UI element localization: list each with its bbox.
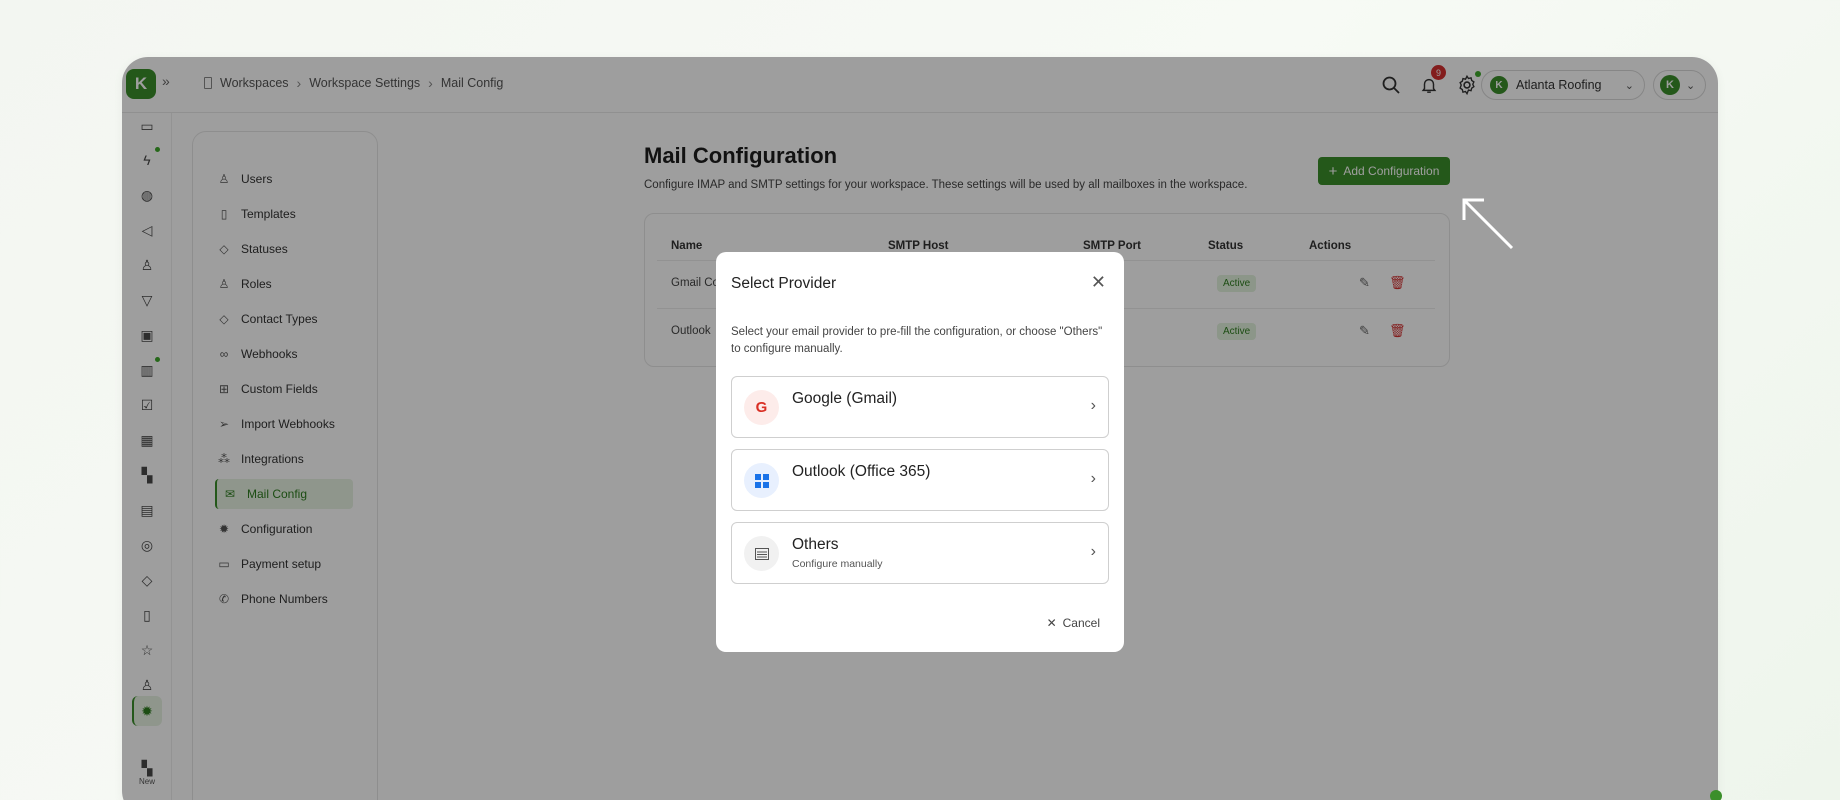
dialog-title: Select Provider bbox=[731, 275, 837, 292]
provider-option-others[interactable]: Others Configure manually › bbox=[731, 522, 1109, 584]
provider-name: Outlook (Office 365) bbox=[792, 463, 931, 480]
provider-name: Others bbox=[792, 536, 839, 553]
close-icon[interactable]: ✕ bbox=[1091, 272, 1106, 293]
chevron-right-icon: › bbox=[1090, 543, 1096, 560]
windows-icon bbox=[744, 463, 779, 498]
provider-name: Google (Gmail) bbox=[792, 390, 898, 407]
app-window: K » Workspaces › Workspace Settings › Ma… bbox=[122, 57, 1718, 800]
dialog-description: Select your email provider to pre-fill t… bbox=[731, 326, 1103, 355]
chevron-right-icon: › bbox=[1090, 397, 1096, 414]
close-icon: ✕ bbox=[1046, 616, 1057, 630]
corner-indicator bbox=[1710, 790, 1722, 800]
provider-option-outlook[interactable]: Outlook (Office 365) › bbox=[731, 449, 1109, 511]
mouse-pointer-arrow-icon bbox=[1460, 196, 1516, 257]
server-icon bbox=[744, 536, 779, 571]
provider-option-google[interactable]: G Google (Gmail) › bbox=[731, 376, 1109, 438]
google-icon: G bbox=[744, 390, 779, 425]
select-provider-dialog: Select Provider ✕ Select your email prov… bbox=[716, 252, 1124, 652]
cancel-label: Cancel bbox=[1062, 616, 1100, 630]
chevron-right-icon: › bbox=[1090, 470, 1096, 487]
cancel-button[interactable]: ✕ Cancel bbox=[1047, 616, 1100, 630]
provider-subtitle: Configure manually bbox=[792, 558, 883, 570]
